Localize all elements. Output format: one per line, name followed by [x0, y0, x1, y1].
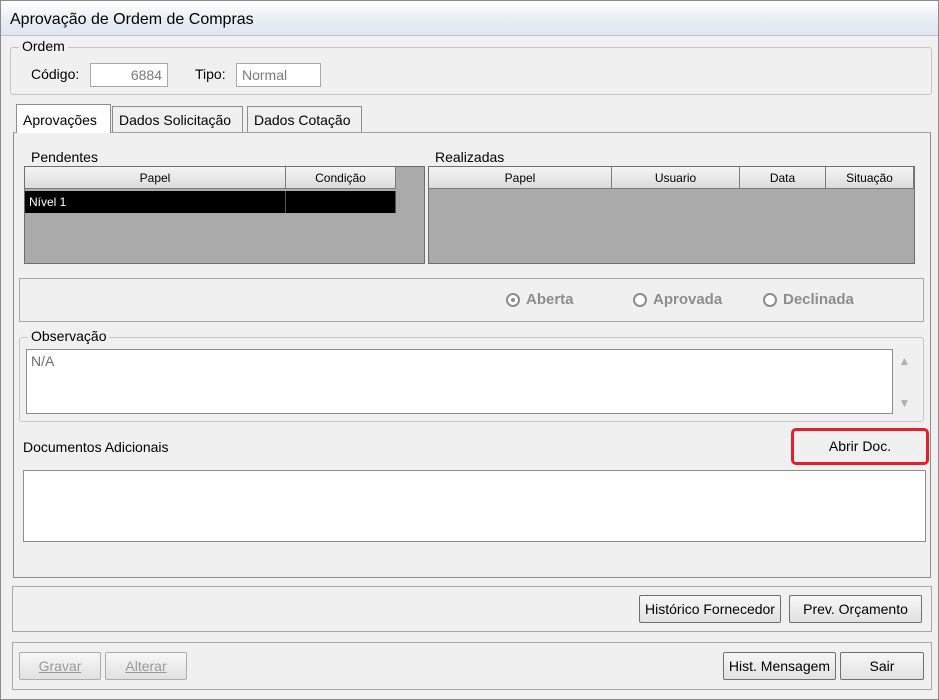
realizadas-grid-header: Papel Usuario Data Situação: [429, 167, 914, 189]
tab-aprovacoes[interactable]: Aprovações: [16, 104, 111, 133]
scroll-up-icon[interactable]: ▲: [896, 353, 913, 370]
hist-mensagem-button[interactable]: Hist. Mensagem: [723, 652, 836, 680]
radio-unchecked-icon: [633, 292, 647, 307]
gravar-button[interactable]: Gravar: [19, 652, 101, 680]
prev-orcamento-button[interactable]: Prev. Orçamento: [789, 595, 922, 623]
cell-papel: Nível 1: [25, 191, 286, 213]
pendentes-grid[interactable]: Papel Condição Nível 1: [24, 166, 425, 264]
column-header-papel[interactable]: Papel: [25, 167, 286, 189]
radio-checked-icon: [506, 292, 520, 307]
tipo-label: Tipo:: [195, 66, 226, 82]
column-header-situacao[interactable]: Situação: [826, 167, 914, 189]
sair-button[interactable]: Sair: [840, 652, 924, 680]
table-row[interactable]: Nível 1: [25, 191, 396, 213]
historico-fornecedor-button[interactable]: Histórico Fornecedor: [639, 595, 781, 623]
realizadas-grid[interactable]: Papel Usuario Data Situação: [428, 166, 915, 264]
radio-aberta[interactable]: Aberta: [506, 291, 574, 308]
abrir-doc-button[interactable]: Abrir Doc.: [791, 428, 929, 465]
title-bar: Aprovação de Ordem de Compras: [1, 1, 938, 36]
observacao-textarea[interactable]: N/A: [26, 349, 893, 414]
radio-aprovada-label: Aprovada: [653, 291, 723, 308]
codigo-field[interactable]: 6884: [90, 63, 168, 87]
radio-declinada-label: Declinada: [783, 291, 854, 308]
column-header-condicao[interactable]: Condição: [286, 167, 396, 189]
observacao-legend: Observação: [28, 328, 110, 344]
window-title: Aprovação de Ordem de Compras: [10, 11, 254, 28]
column-header-papel[interactable]: Papel: [429, 167, 612, 189]
radio-unchecked-icon: [763, 292, 777, 307]
tab-dados-cotacao[interactable]: Dados Cotação: [247, 106, 362, 132]
gravar-label: Gravar: [38, 658, 82, 674]
alterar-label: Alterar: [125, 658, 167, 674]
ordem-legend: Ordem: [19, 38, 68, 54]
cell-condicao: [286, 191, 396, 213]
documentos-list[interactable]: [23, 470, 926, 542]
codigo-label: Código:: [31, 66, 80, 82]
column-header-data[interactable]: Data: [740, 167, 826, 189]
radio-aberta-label: Aberta: [526, 291, 574, 308]
approval-window: Aprovação de Ordem de Compras Ordem Códi…: [0, 0, 939, 700]
scroll-down-icon[interactable]: ▼: [896, 395, 913, 412]
radio-declinada[interactable]: Declinada: [763, 291, 854, 308]
column-header-usuario[interactable]: Usuario: [612, 167, 740, 189]
pendentes-label: Pendentes: [31, 149, 98, 165]
radio-aprovada[interactable]: Aprovada: [633, 291, 722, 308]
tipo-field[interactable]: Normal: [236, 63, 321, 87]
alterar-button[interactable]: Alterar: [105, 652, 187, 680]
documentos-label: Documentos Adicionais: [23, 439, 169, 455]
realizadas-label: Realizadas: [435, 149, 505, 165]
tab-dados-solicitacao[interactable]: Dados Solicitação: [112, 106, 243, 132]
pendentes-grid-header: Papel Condição: [25, 167, 396, 189]
